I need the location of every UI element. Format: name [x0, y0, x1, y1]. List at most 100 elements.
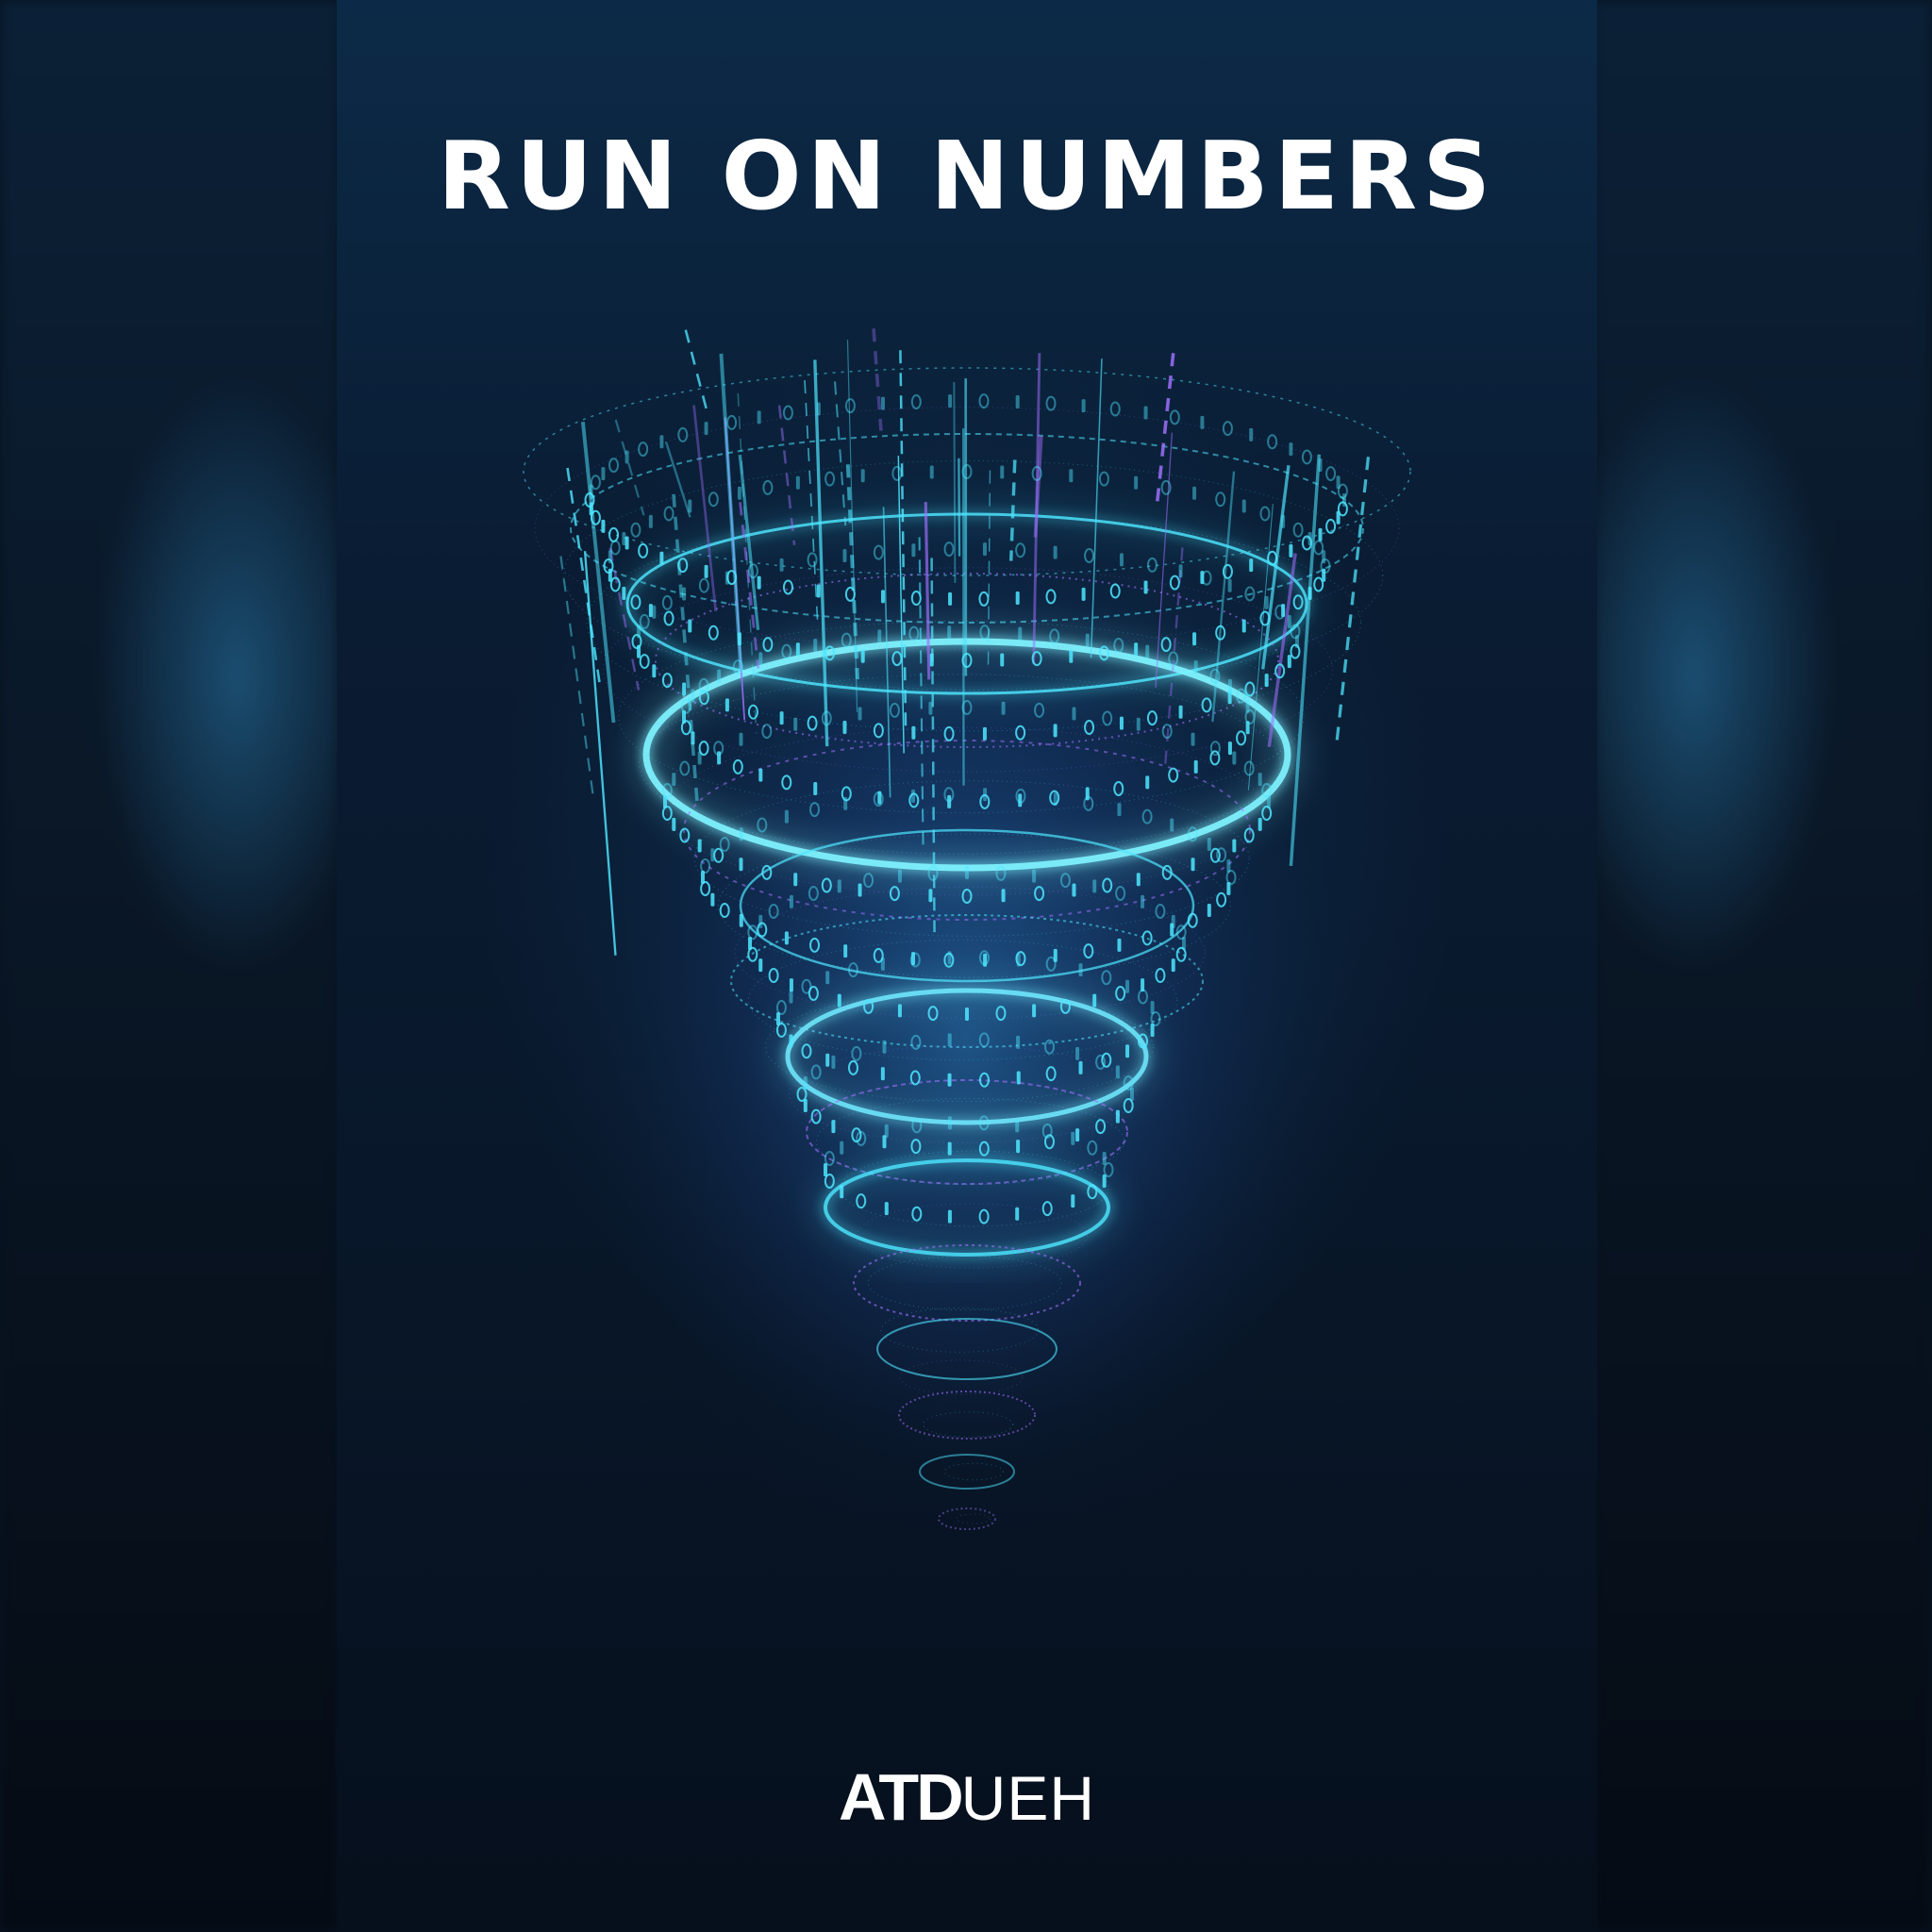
binary-one-mark — [1018, 626, 1023, 641]
binary-zero-mark — [1109, 401, 1121, 417]
binary-one-mark — [648, 604, 653, 618]
binary-one-mark — [843, 796, 848, 810]
binary-one-mark — [1281, 514, 1286, 528]
binary-one-mark — [1032, 1004, 1037, 1018]
binary-one-mark — [1307, 587, 1312, 601]
binary-one-mark — [1336, 510, 1341, 525]
binary-one-mark — [1053, 724, 1058, 738]
binary-one-mark — [1016, 953, 1021, 967]
data-streak — [684, 329, 709, 417]
binary-one-mark — [1141, 894, 1145, 908]
binary-one-mark — [795, 642, 800, 657]
binary-one-mark — [880, 396, 885, 410]
binary-one-mark — [622, 531, 626, 545]
data-streak — [1334, 457, 1371, 748]
binary-one-mark — [1125, 979, 1130, 993]
binary-zero-mark — [726, 414, 738, 430]
binary-one-mark — [1015, 591, 1020, 606]
binary-one-mark — [1015, 1207, 1020, 1221]
binary-zero-mark — [1290, 643, 1301, 659]
binary-one-mark — [911, 725, 916, 740]
binary-one-mark — [795, 475, 800, 490]
binary-one-mark — [1193, 660, 1198, 675]
binary-one-mark — [601, 467, 606, 481]
binary-one-mark — [724, 571, 729, 585]
binary-zero-mark — [844, 398, 856, 414]
binary-zero-mark — [1222, 421, 1233, 437]
binary-one-mark — [779, 558, 784, 572]
atd-ueh-logo: ATDUEH — [337, 1764, 1597, 1830]
binary-zero-mark — [1045, 395, 1057, 411]
binary-one-mark — [842, 721, 847, 735]
binary-one-mark — [779, 711, 784, 725]
binary-zero-mark — [1146, 557, 1158, 573]
binary-one-mark — [982, 726, 987, 741]
binary-one-mark — [652, 664, 657, 678]
binary-one-mark — [1287, 655, 1291, 669]
binary-one-mark — [837, 993, 841, 1008]
binary-one-mark — [1232, 839, 1237, 853]
binary-one-mark — [1115, 1065, 1120, 1079]
binary-zero-mark — [1301, 449, 1312, 465]
binary-one-mark — [737, 486, 741, 500]
binary-one-mark — [1227, 678, 1232, 692]
binary-one-mark — [1207, 837, 1211, 851]
binary-one-mark — [793, 873, 798, 887]
binary-one-mark — [911, 789, 916, 803]
binary-one-mark — [1207, 904, 1211, 918]
binary-one-mark — [884, 1124, 889, 1138]
binary-one-mark — [1016, 1071, 1021, 1085]
binary-one-mark — [1136, 717, 1141, 731]
binary-one-mark — [1192, 486, 1197, 500]
binary-one-mark — [1072, 707, 1076, 721]
binary-one-mark — [784, 931, 789, 945]
binary-one-mark — [1016, 1035, 1021, 1049]
binary-one-mark — [1170, 818, 1174, 832]
binary-one-mark — [1245, 699, 1250, 713]
binary-one-mark — [1071, 1194, 1075, 1208]
binary-one-mark — [843, 944, 848, 958]
binary-one-mark — [1000, 653, 1005, 667]
binary-one-mark — [1136, 873, 1141, 887]
binary-one-mark — [816, 584, 821, 598]
binary-zero-mark — [661, 594, 673, 610]
data-streak — [664, 441, 691, 518]
binary-one-mark — [842, 548, 847, 562]
data-streak — [953, 382, 957, 583]
logo-ueh: UEH — [960, 1763, 1096, 1833]
binary-one-mark — [697, 839, 702, 853]
binary-one-mark — [1249, 558, 1254, 573]
binary-one-mark — [858, 883, 862, 897]
binary-one-mark — [1018, 793, 1023, 808]
binary-one-mark — [1193, 759, 1198, 774]
binary-one-mark — [672, 773, 676, 787]
binary-one-mark — [757, 410, 761, 425]
binary-one-mark — [1257, 817, 1262, 831]
binary-one-mark — [813, 639, 818, 653]
binary-one-mark — [688, 619, 692, 633]
binary-one-mark — [1171, 914, 1175, 928]
binary-one-mark — [1307, 531, 1312, 545]
binary-one-mark — [882, 1040, 887, 1054]
binary-one-mark — [1072, 883, 1076, 897]
binary-zero-mark — [1169, 409, 1180, 425]
binary-zero-mark — [663, 610, 675, 626]
binary-one-mark — [1069, 469, 1074, 483]
binary-one-mark — [704, 564, 708, 578]
binary-one-mark — [757, 575, 761, 590]
binary-one-mark — [717, 669, 722, 683]
binary-one-mark — [1226, 859, 1231, 874]
binary-one-mark — [1075, 1128, 1080, 1142]
binary-one-mark — [825, 1053, 830, 1067]
binary-one-mark — [947, 1116, 952, 1130]
binary-zero-mark — [590, 475, 601, 491]
binary-one-mark — [1150, 1001, 1155, 1015]
binary-one-mark — [789, 1034, 793, 1048]
binary-zero-mark — [824, 471, 836, 487]
binary-one-mark — [1075, 1046, 1080, 1060]
binary-one-mark — [672, 817, 676, 831]
binary-one-mark — [831, 1120, 836, 1134]
binary-zero-mark — [1098, 471, 1109, 487]
binary-one-mark — [1171, 958, 1175, 973]
binary-one-mark — [1322, 550, 1326, 564]
